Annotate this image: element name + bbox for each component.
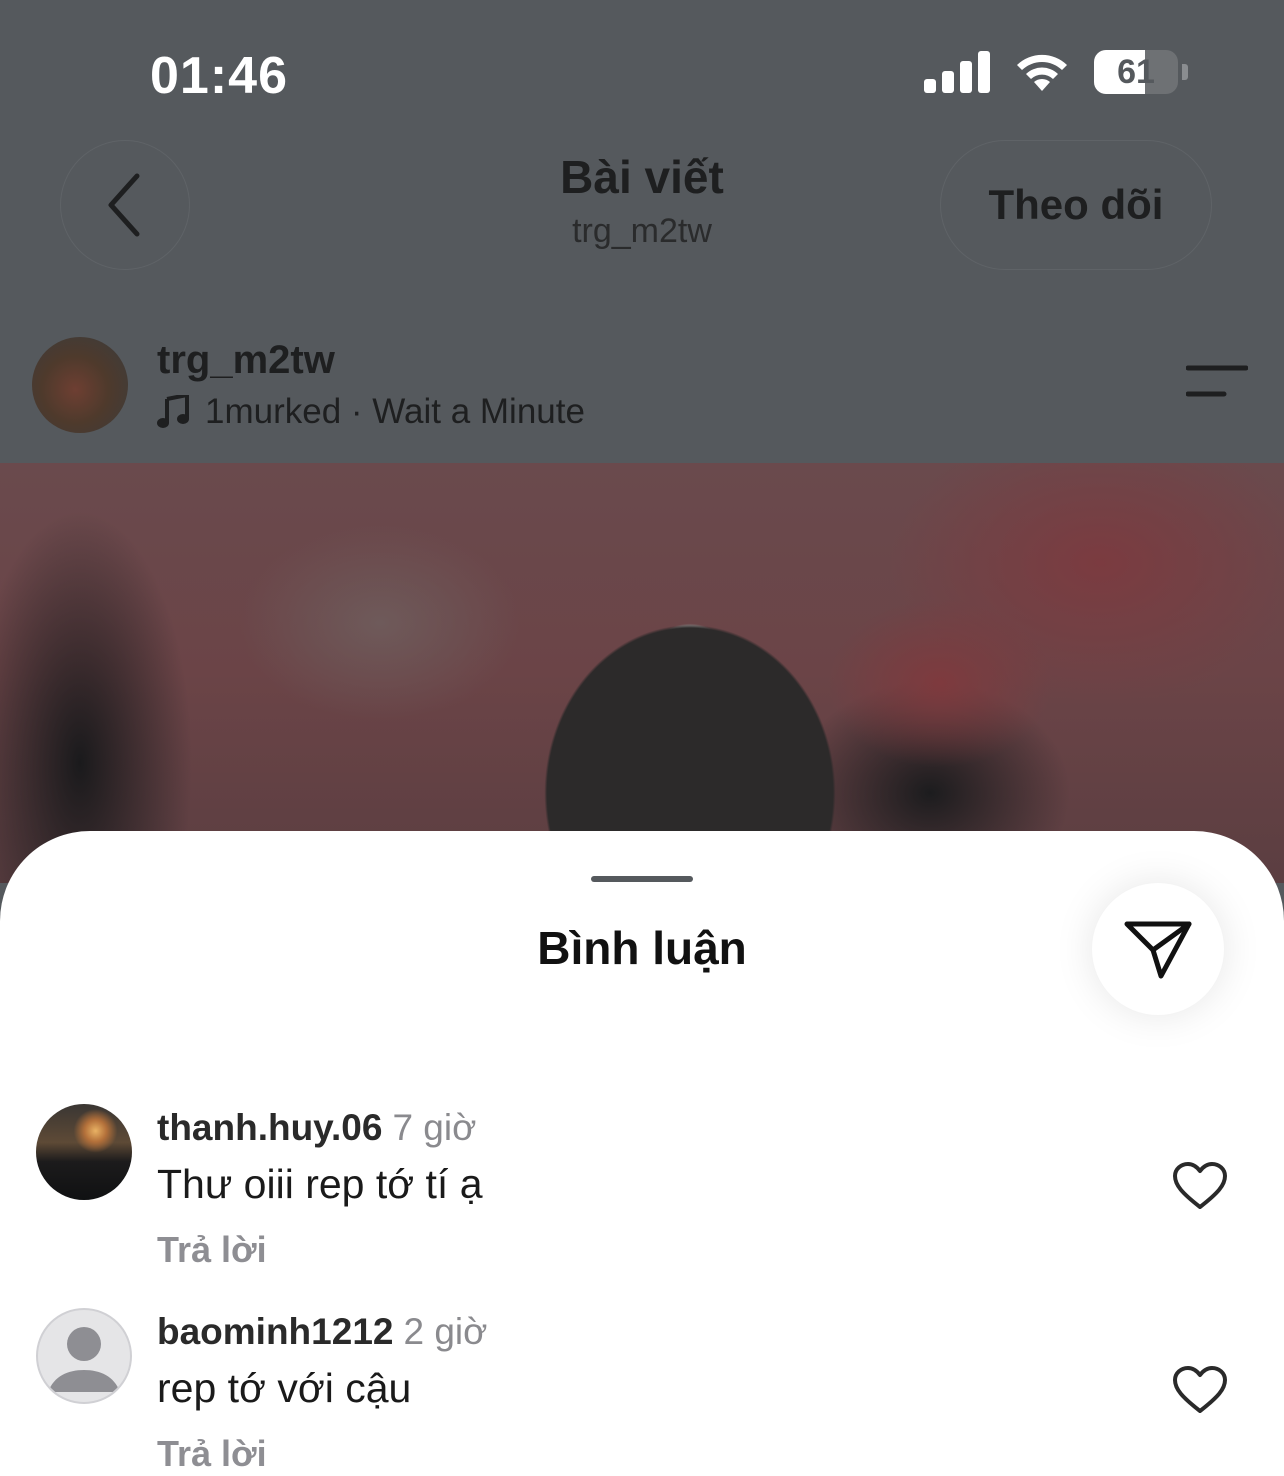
- status-icons: 61: [924, 50, 1188, 94]
- menu-icon[interactable]: [1186, 364, 1248, 398]
- commenter-avatar[interactable]: [36, 1104, 132, 1200]
- post-image[interactable]: [0, 463, 1284, 883]
- post-author-username[interactable]: trg_m2tw: [157, 338, 335, 383]
- follow-button[interactable]: Theo dõi: [940, 140, 1212, 270]
- send-icon: [1124, 921, 1192, 979]
- reply-button[interactable]: Trả lời: [157, 1229, 267, 1271]
- sheet-grabber[interactable]: [591, 876, 693, 882]
- share-button[interactable]: [1092, 883, 1224, 1015]
- comments-sheet: Bình luận thanh.huy.06 7 giờ Thư oiii rep…: [0, 831, 1284, 1476]
- battery-percent: 61: [1117, 52, 1155, 91]
- heart-icon[interactable]: [1172, 1365, 1228, 1415]
- comment-header: baominh1212 2 giờ: [157, 1311, 487, 1353]
- post-author-avatar[interactable]: [32, 337, 128, 433]
- default-avatar-icon: [48, 1327, 120, 1392]
- comment-time: 2 giờ: [403, 1311, 488, 1352]
- heart-icon[interactable]: [1172, 1161, 1228, 1211]
- comment-time: 7 giờ: [392, 1107, 477, 1148]
- wifi-icon: [1017, 54, 1067, 91]
- status-time: 01:46: [150, 47, 288, 105]
- commenter-username[interactable]: baominh1212: [157, 1311, 393, 1352]
- commenter-avatar[interactable]: [36, 1308, 132, 1404]
- commenter-username[interactable]: thanh.huy.06: [157, 1107, 382, 1148]
- post-music-label: 1murked · Wait a Minute: [205, 392, 585, 431]
- comment-text: rep tớ với cậu: [157, 1365, 412, 1411]
- comment-header: thanh.huy.06 7 giờ: [157, 1107, 476, 1149]
- reply-button[interactable]: Trả lời: [157, 1433, 267, 1475]
- post-music[interactable]: 1murked · Wait a Minute: [157, 392, 585, 432]
- music-note-icon: [157, 395, 189, 428]
- signal-icon: [924, 51, 990, 93]
- comment-text: Thư oiii rep tớ tí ạ: [157, 1161, 483, 1207]
- battery-indicator: 61: [1094, 50, 1178, 94]
